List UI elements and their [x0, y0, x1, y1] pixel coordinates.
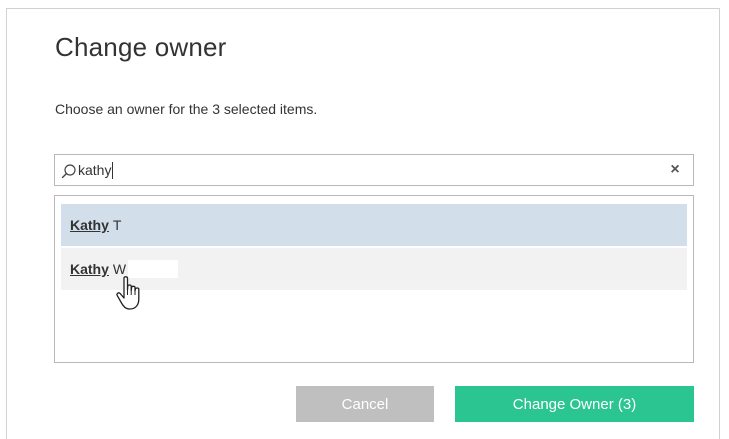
result-rest-text: T — [112, 217, 122, 233]
text-caret — [112, 161, 114, 179]
page: Change owner Choose an owner for the 3 s… — [0, 0, 729, 439]
search-icon — [61, 163, 77, 179]
result-match-text: Kathy — [70, 261, 109, 277]
redacted-block — [128, 260, 179, 278]
owner-results-list: Kathy T Kathy W — [54, 195, 694, 363]
cancel-button[interactable]: Cancel — [296, 386, 434, 422]
result-item-kathy-t[interactable]: Kathy T — [61, 204, 687, 246]
result-item-kathy-w[interactable]: Kathy W — [61, 248, 687, 290]
search-input-value: kathy — [78, 162, 112, 178]
owner-search-field[interactable]: kathy × — [54, 154, 694, 186]
change-owner-button[interactable]: Change Owner (3) — [455, 386, 694, 422]
result-rest-text: W — [112, 261, 127, 277]
close-icon[interactable]: × — [667, 162, 683, 178]
dialog-title: Change owner — [55, 32, 227, 62]
result-match-text: Kathy — [70, 217, 109, 233]
dialog-subtitle: Choose an owner for the 3 selected items… — [55, 101, 318, 117]
change-owner-dialog: Change owner Choose an owner for the 3 s… — [6, 8, 720, 439]
search-input[interactable]: kathy — [78, 159, 638, 181]
